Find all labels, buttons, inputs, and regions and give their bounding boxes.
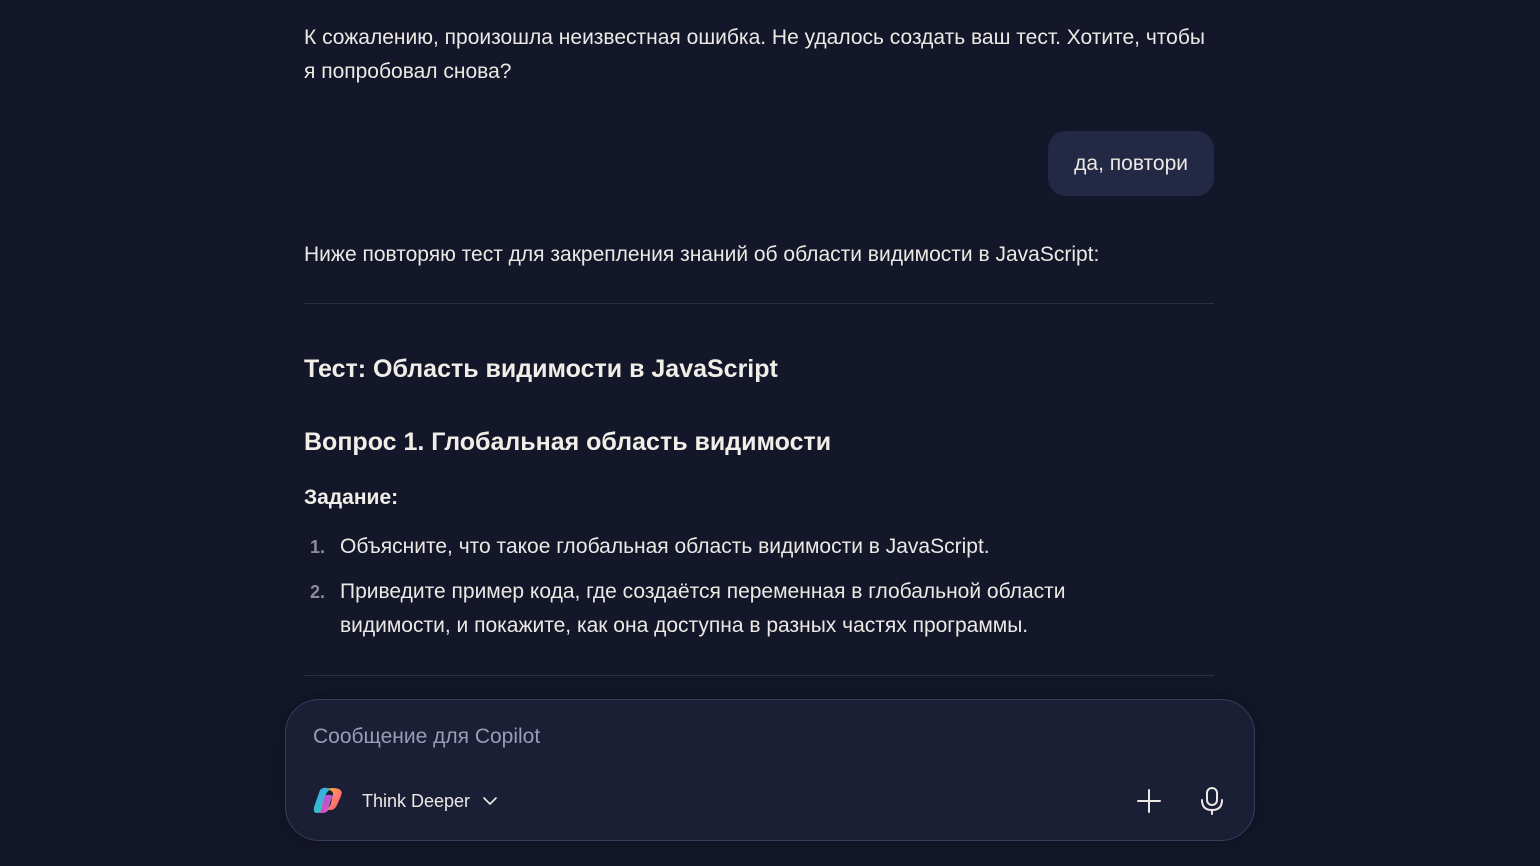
user-message-text: да, повтори bbox=[1074, 151, 1188, 175]
mode-label: Think Deeper bbox=[362, 790, 471, 811]
user-message-bubble: да, повтори bbox=[1048, 131, 1214, 196]
task-label: Задание: bbox=[304, 486, 399, 509]
message-input[interactable] bbox=[313, 720, 1213, 754]
list-item-text: Приведите пример кода, где создаётся пер… bbox=[340, 580, 1066, 637]
plus-icon bbox=[1137, 789, 1161, 813]
add-attachment-button[interactable] bbox=[1131, 783, 1167, 819]
assistant-message: Ниже повторяю тест для закрепления знани… bbox=[304, 243, 1100, 266]
message-composer: Think Deeper bbox=[285, 699, 1255, 841]
copilot-logo-icon[interactable] bbox=[313, 786, 345, 816]
list-number: 1. bbox=[310, 537, 326, 557]
assistant-message: К сожалению, произошла неизвестная ошибк… bbox=[304, 26, 1205, 83]
copilot-chat-page: К сожалению, произошла неизвестная ошибк… bbox=[0, 0, 1540, 866]
divider bbox=[304, 675, 1214, 676]
list-number: 2. bbox=[310, 582, 326, 602]
list-item-text: Объясните, что такое глобальная область … bbox=[340, 535, 990, 558]
microphone-button[interactable] bbox=[1194, 783, 1230, 819]
chevron-down-icon bbox=[483, 797, 497, 805]
question-heading: Вопрос 1. Глобальная область видимости bbox=[304, 428, 832, 456]
test-heading: Тест: Область видимости в JavaScript bbox=[304, 355, 778, 383]
divider bbox=[304, 303, 1214, 304]
think-deeper-dropdown[interactable]: Think Deeper bbox=[362, 784, 498, 818]
microphone-icon bbox=[1201, 787, 1223, 815]
